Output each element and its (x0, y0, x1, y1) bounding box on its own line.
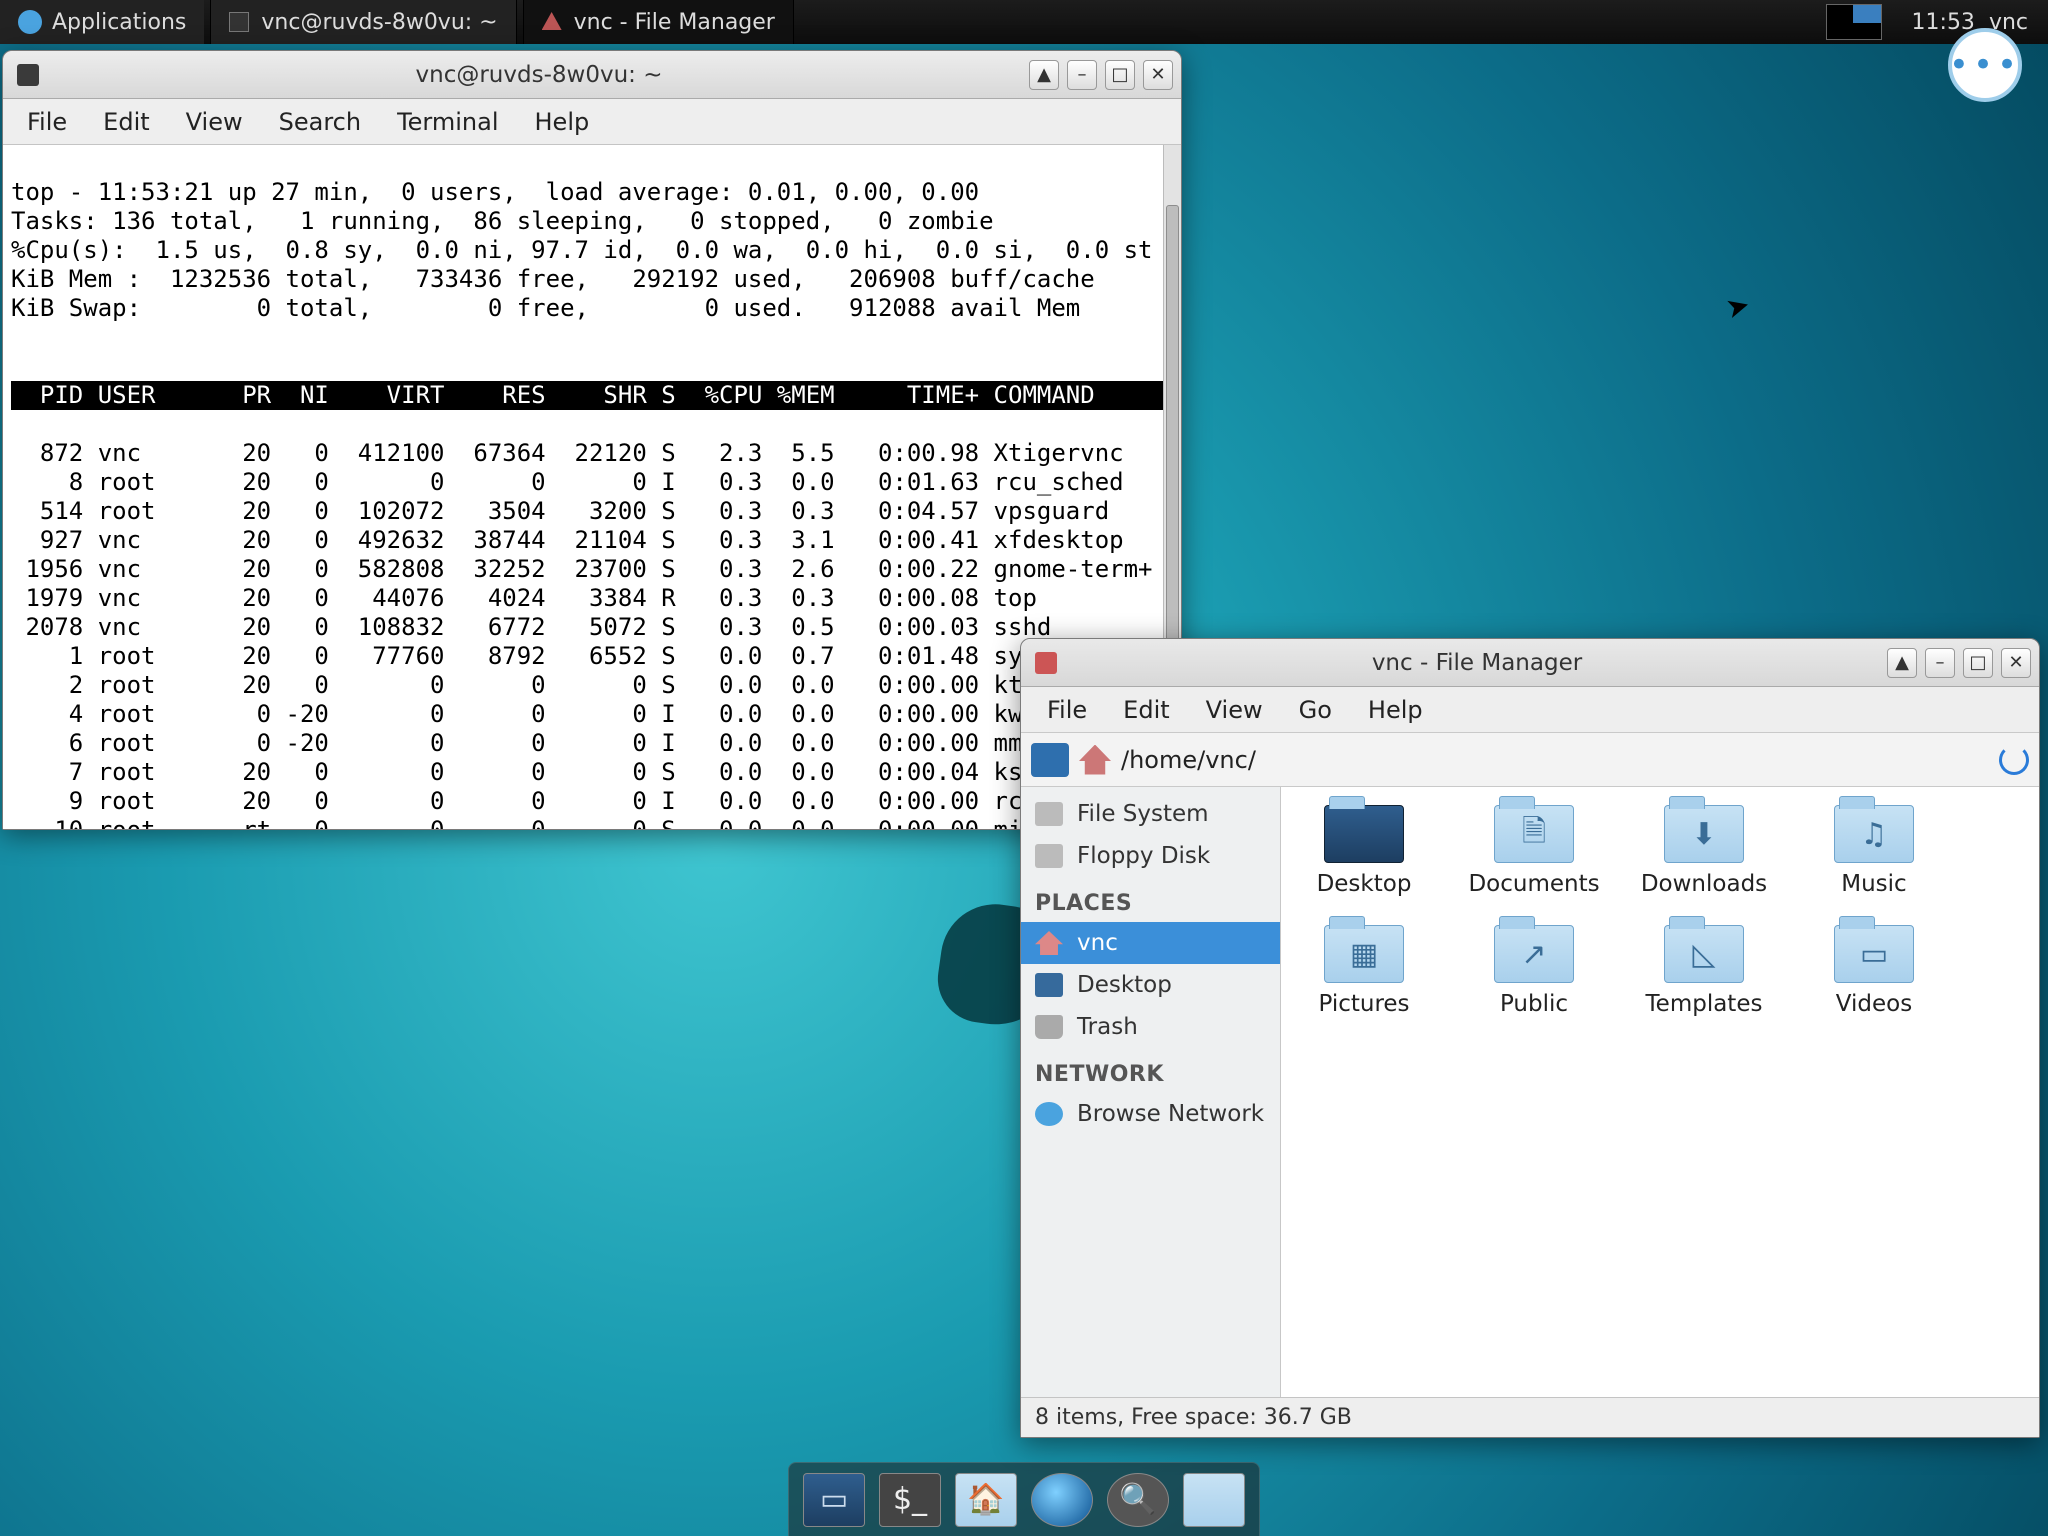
fm-path-home-icon[interactable] (1079, 745, 1111, 775)
folder-templates[interactable]: ◺Templates (1639, 925, 1769, 1017)
window-close-button[interactable]: ✕ (1143, 60, 1173, 90)
xfce-logo-icon (18, 10, 42, 34)
home-folder-icon (1035, 931, 1063, 955)
sidebar-item-desktop[interactable]: Desktop (1021, 964, 1280, 1006)
network-icon (1035, 1102, 1063, 1126)
terminal-icon (229, 12, 249, 32)
dock-file-manager[interactable]: 🏠 (955, 1473, 1017, 1527)
dock-app-finder[interactable]: 🔍 (1107, 1473, 1169, 1527)
taskbar-filemanager[interactable]: vnc - File Manager (523, 0, 794, 44)
terminal-menu-file[interactable]: File (11, 102, 83, 142)
fm-menu-help[interactable]: Help (1350, 690, 1441, 730)
fm-sidebar: File System Floppy Disk PLACES vnc Deskt… (1021, 787, 1281, 1397)
dock-home-folder[interactable] (1183, 1473, 1245, 1527)
folder-desktop[interactable]: Desktop (1299, 805, 1429, 897)
window-keep-above-button[interactable]: ▲ (1029, 60, 1059, 90)
fm-path-text[interactable]: /home/vnc/ (1121, 746, 1989, 774)
sidebar-places-header: PLACES (1021, 877, 1280, 922)
dock-web-browser[interactable] (1031, 1473, 1093, 1527)
folder-videos[interactable]: ▭Videos (1809, 925, 1939, 1017)
terminal-menu-edit[interactable]: Edit (87, 102, 165, 142)
workspace-pager[interactable] (1826, 4, 1882, 40)
fm-statusbar: 8 items, Free space: 36.7 GB (1021, 1397, 2039, 1437)
sidebar-item-filesystem[interactable]: File System (1021, 793, 1280, 835)
taskbar-terminal[interactable]: vnc@ruvds-8w0vu: ~ (210, 0, 516, 44)
fm-path-folder-icon[interactable] (1031, 743, 1069, 777)
trash-icon (1035, 1015, 1063, 1039)
fm-pathbar: /home/vnc/ (1021, 733, 2039, 787)
drive-icon (1035, 802, 1063, 826)
folder-label: Public (1500, 991, 1568, 1017)
folder-label: Documents (1468, 871, 1599, 897)
applications-label: Applications (52, 10, 186, 35)
sidebar-item-floppy[interactable]: Floppy Disk (1021, 835, 1280, 877)
reload-icon[interactable] (1999, 745, 2029, 775)
desktop-icon (1035, 973, 1063, 997)
folder-downloads[interactable]: ⬇Downloads (1639, 805, 1769, 897)
ellipsis-bubble[interactable]: ••• (1948, 28, 2022, 102)
fm-menubar: FileEditViewGoHelp (1021, 687, 2039, 733)
fm-icon-view[interactable]: Desktop 🗎Documents ⬇Downloads ♫Music ▦Pictur… (1281, 787, 2039, 1397)
fm-keep-above-button[interactable]: ▲ (1887, 648, 1917, 678)
terminal-menu-terminal[interactable]: Terminal (381, 102, 514, 142)
terminal-window: vnc@ruvds-8w0vu: ~ ▲ – □ ✕ FileEditViewS… (2, 50, 1182, 830)
folder-music[interactable]: ♫Music (1809, 805, 1939, 897)
fm-menu-go[interactable]: Go (1281, 690, 1350, 730)
folder-label: Desktop (1317, 871, 1412, 897)
sidebar-item-home[interactable]: vnc (1021, 922, 1280, 964)
terminal-menu-search[interactable]: Search (263, 102, 377, 142)
folder-public[interactable]: ↗Public (1469, 925, 1599, 1017)
applications-menu[interactable]: Applications (0, 0, 204, 44)
fm-maximize-button[interactable]: □ (1963, 648, 1993, 678)
sidebar-network-header: NETWORK (1021, 1048, 1280, 1093)
fm-menu-view[interactable]: View (1188, 690, 1281, 730)
folder-label: Videos (1836, 991, 1912, 1017)
folder-pictures[interactable]: ▦Pictures (1299, 925, 1429, 1017)
taskbar-fm-label: vnc - File Manager (574, 10, 775, 35)
folder-label: Music (1841, 871, 1906, 897)
folder-label: Templates (1646, 991, 1763, 1017)
terminal-menu-help[interactable]: Help (519, 102, 606, 142)
dock-terminal[interactable]: $_ (879, 1473, 941, 1527)
fm-title: vnc - File Manager (1067, 650, 1887, 676)
fm-titlebar[interactable]: vnc - File Manager ▲ – □ ✕ (1021, 639, 2039, 687)
terminal-titlebar[interactable]: vnc@ruvds-8w0vu: ~ ▲ – □ ✕ (3, 51, 1181, 99)
fm-close-button[interactable]: ✕ (2001, 648, 2031, 678)
fm-menu-edit[interactable]: Edit (1105, 690, 1187, 730)
folder-label: Downloads (1641, 871, 1767, 897)
taskbar-terminal-label: vnc@ruvds-8w0vu: ~ (261, 10, 497, 35)
terminal-menu-view[interactable]: View (170, 102, 259, 142)
fm-app-icon (1035, 652, 1057, 674)
terminal-menubar: FileEditViewSearchTerminalHelp (3, 99, 1181, 145)
mouse-cursor-icon: ➤ (1722, 288, 1753, 326)
home-icon (542, 12, 562, 32)
sidebar-item-browse-network[interactable]: Browse Network (1021, 1093, 1280, 1135)
folder-label: Pictures (1318, 991, 1409, 1017)
top-panel: Applications vnc@ruvds-8w0vu: ~ vnc - Fi… (0, 0, 2048, 44)
fm-menu-file[interactable]: File (1029, 690, 1105, 730)
terminal-title: vnc@ruvds-8w0vu: ~ (49, 62, 1029, 88)
fm-minimize-button[interactable]: – (1925, 648, 1955, 678)
folder-documents[interactable]: 🗎Documents (1469, 805, 1599, 897)
sidebar-item-trash[interactable]: Trash (1021, 1006, 1280, 1048)
terminal-app-icon (17, 64, 39, 86)
floppy-icon (1035, 844, 1063, 868)
file-manager-window: vnc - File Manager ▲ – □ ✕ FileEditViewG… (1020, 638, 2040, 1438)
window-minimize-button[interactable]: – (1067, 60, 1097, 90)
bottom-dock: ▭ $_ 🏠 🔍 (788, 1462, 1260, 1536)
terminal-output[interactable]: top - 11:53:21 up 27 min, 0 users, load … (3, 145, 1181, 829)
dock-show-desktop[interactable]: ▭ (803, 1473, 865, 1527)
window-maximize-button[interactable]: □ (1105, 60, 1135, 90)
